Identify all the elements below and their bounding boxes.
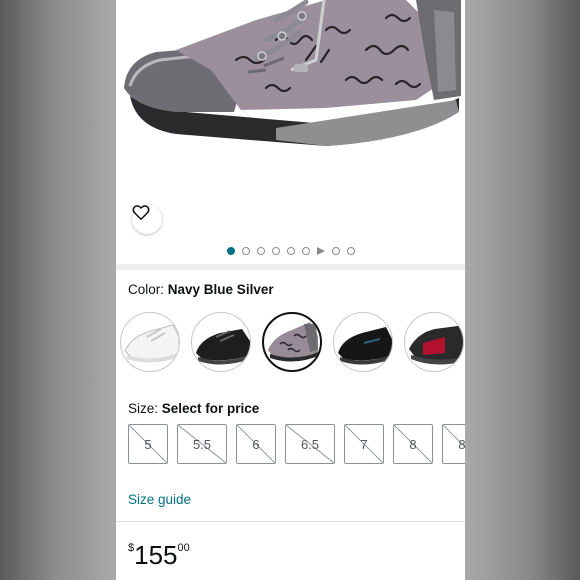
red-black-shoe-thumbnail: [409, 325, 463, 365]
swatch-red-black[interactable]: [404, 312, 464, 372]
carousel-dot[interactable]: [241, 247, 250, 255]
color-swatches: [120, 312, 465, 376]
size-option-label: 5: [144, 436, 152, 452]
heart-icon: [132, 205, 150, 220]
swatch-navy-blue-silver[interactable]: [262, 312, 322, 372]
section-divider: [116, 264, 465, 270]
size-prompt: Select for price: [161, 401, 260, 416]
color-label: Color: Navy Blue Silver: [128, 282, 274, 297]
swatch-black-gore-tex[interactable]: [333, 312, 393, 372]
size-option-label: 8: [458, 436, 465, 452]
size-options: 5 5.5 6 6.5 7 8 8: [128, 424, 465, 466]
size-label: Size: Select for price: [128, 401, 259, 416]
size-option[interactable]: 5: [128, 424, 168, 464]
carousel-dot[interactable]: [301, 247, 310, 255]
graffiti-shoe-thumbnail: [268, 322, 318, 362]
carousel-dot[interactable]: [271, 247, 280, 255]
size-option[interactable]: 6.5: [285, 424, 335, 464]
carousel-dot[interactable]: [331, 247, 340, 255]
swatch-black[interactable]: [191, 312, 251, 372]
size-option[interactable]: 8: [393, 424, 433, 464]
size-option-label: 6.5: [300, 436, 320, 452]
black-gore-tex-shoe-thumbnail: [338, 327, 392, 365]
size-option-label: 8: [409, 436, 417, 452]
product-image[interactable]: [116, 0, 465, 240]
product-page: Color: Navy Blue Silver Size: Select for…: [116, 0, 465, 580]
shoe-image: [124, 0, 461, 146]
carousel-indicators[interactable]: [116, 240, 465, 262]
size-option[interactable]: 8: [442, 424, 465, 464]
carousel-dot[interactable]: [286, 247, 295, 255]
divider: [116, 521, 465, 522]
size-option[interactable]: 5.5: [177, 424, 227, 464]
color-label-text: Color:: [128, 282, 165, 297]
size-option[interactable]: 7: [344, 424, 384, 464]
price-currency: $: [128, 542, 135, 554]
price: $15500: [128, 540, 190, 571]
carousel-dot[interactable]: [226, 247, 235, 255]
selected-color-name: Navy Blue Silver: [167, 282, 274, 297]
wishlist-button[interactable]: [132, 204, 162, 234]
size-option-label: 6: [252, 436, 260, 452]
carousel-dot[interactable]: [346, 247, 355, 255]
size-label-text: Size:: [128, 401, 159, 416]
play-icon[interactable]: [316, 247, 325, 255]
price-fraction: 00: [177, 542, 190, 554]
swatch-white[interactable]: [120, 312, 180, 372]
white-shoe-thumbnail: [124, 324, 179, 363]
size-option[interactable]: 6: [236, 424, 276, 464]
black-shoe-thumbnail: [196, 329, 250, 365]
size-guide-link[interactable]: Size guide: [128, 492, 191, 507]
size-option-label: 7: [360, 436, 368, 452]
price-whole: 155: [134, 540, 178, 570]
size-option-label: 5.5: [192, 436, 212, 452]
carousel-dot[interactable]: [256, 247, 265, 255]
